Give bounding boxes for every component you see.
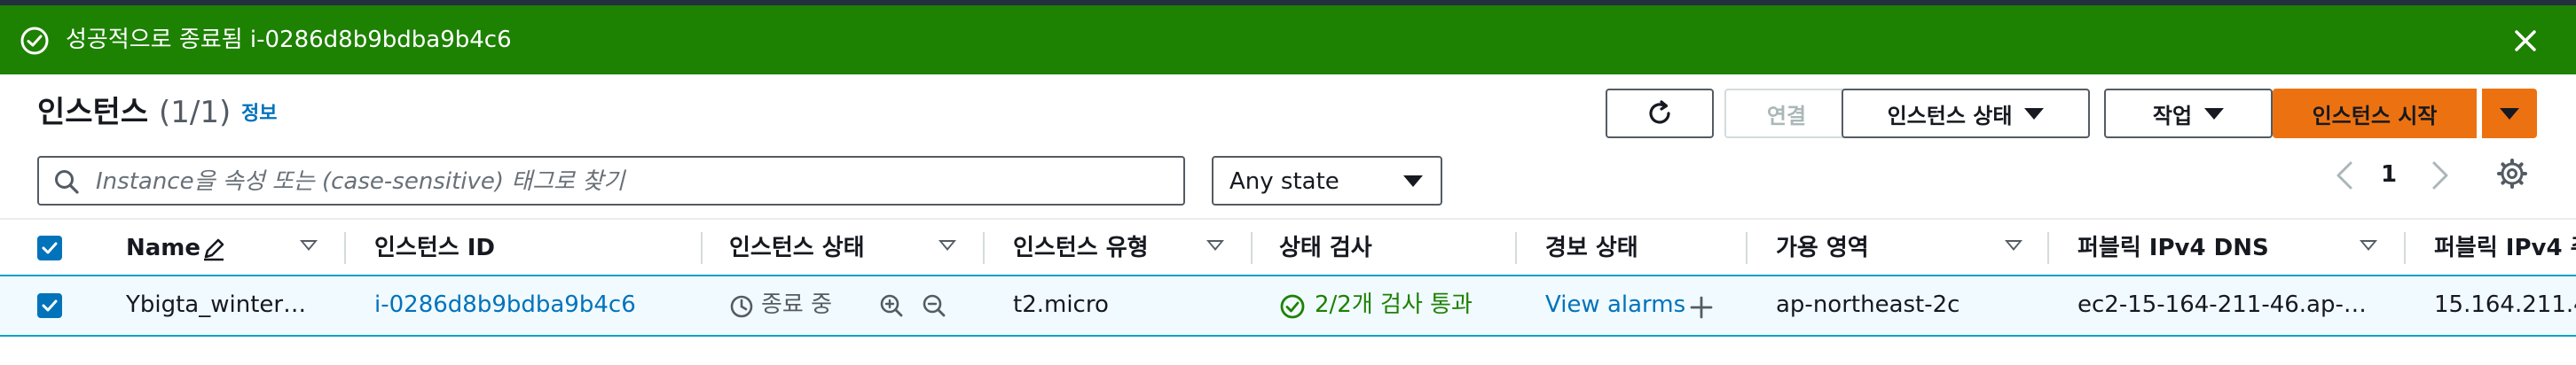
cell-public-dns: ec2-15-164-211-46.ap-… <box>2077 291 2367 318</box>
refresh-icon <box>1649 100 1670 124</box>
select-all-checkbox[interactable] <box>37 236 62 260</box>
zoom-out-icon[interactable] <box>921 292 947 319</box>
launch-instance-button[interactable]: 인스턴스 시작 <box>2273 89 2477 138</box>
success-flash-banner: 성공적으로 종료됨 i-0286d8b9bdba9b4c6 <box>0 5 2576 74</box>
column-header-name[interactable]: Name <box>126 234 200 262</box>
search-icon <box>55 170 79 194</box>
table-row[interactable]: Ybigta_winter… i-0286d8b9bdba9b4c6 종료 중 … <box>0 275 2576 337</box>
instance-count: (1/1) <box>158 95 232 130</box>
refresh-button[interactable] <box>1606 89 1714 138</box>
clock-icon <box>730 295 753 318</box>
checkmark-icon <box>42 242 58 254</box>
cell-status-check: 2/2개 검사 통과 <box>1315 291 1473 318</box>
cell-instance-type: t2.micro <box>1013 291 1109 318</box>
column-divider[interactable] <box>2404 232 2406 264</box>
page-title-text: 인스턴스 <box>37 95 149 130</box>
previous-page-icon[interactable] <box>2331 158 2358 193</box>
column-header-availability-zone[interactable]: 가용 영역 <box>1776 234 1869 262</box>
search-input[interactable]: Instance을 속성 또는 (case-sensitive) 태그로 찾기 <box>37 156 1185 206</box>
sort-icon[interactable] <box>300 240 318 251</box>
plus-icon[interactable] <box>1689 295 1714 320</box>
column-divider[interactable] <box>1251 232 1253 264</box>
column-divider[interactable] <box>1746 232 1747 264</box>
state-filter-select[interactable]: Any state <box>1212 156 1442 206</box>
close-icon[interactable] <box>2510 26 2541 56</box>
column-header-status-check[interactable]: 상태 검사 <box>1279 234 1372 262</box>
cell-public-ipv4: 15.164.211.4 <box>2434 291 2576 318</box>
column-header-public-ipv4-dns[interactable]: 퍼블릭 IPv4 DNS <box>2077 234 2269 262</box>
check-circle-icon <box>1280 294 1305 319</box>
checkmark-icon <box>42 299 58 312</box>
sort-icon[interactable] <box>939 240 956 251</box>
actions-button[interactable]: 작업 <box>2104 89 2273 138</box>
chevron-down-icon <box>2204 107 2225 120</box>
gear-icon[interactable] <box>2496 158 2528 190</box>
page-title: 인스턴스 (1/1) <box>37 92 231 133</box>
column-divider[interactable] <box>2047 232 2049 264</box>
zoom-in-icon[interactable] <box>878 292 905 319</box>
chevron-down-icon <box>2500 107 2519 120</box>
column-divider[interactable] <box>701 232 703 264</box>
cell-availability-zone: ap-northeast-2c <box>1776 291 1960 318</box>
column-divider[interactable] <box>1515 232 1517 264</box>
sort-icon[interactable] <box>2360 240 2377 251</box>
launch-instance-label: 인스턴스 시작 <box>2312 103 2438 128</box>
actions-label: 작업 <box>2152 103 2193 128</box>
edit-icon[interactable] <box>200 236 227 262</box>
chevron-down-icon <box>1403 175 1423 187</box>
sort-icon[interactable] <box>2005 240 2022 251</box>
next-page-icon[interactable] <box>2427 158 2454 193</box>
column-header-alarm-status[interactable]: 경보 상태 <box>1545 234 1638 262</box>
row-checkbox[interactable] <box>37 293 62 318</box>
column-header-instance-type[interactable]: 인스턴스 유형 <box>1013 234 1149 262</box>
state-filter-value: Any state <box>1229 168 1339 195</box>
connect-button[interactable]: 연결 <box>1724 89 1849 138</box>
instance-state-label: 인스턴스 상태 <box>1887 103 2013 128</box>
view-alarms-link[interactable]: View alarms <box>1545 291 1685 319</box>
connect-label: 연결 <box>1766 103 1807 128</box>
cell-instance-state: 종료 중 <box>761 291 833 318</box>
chevron-down-icon <box>2024 107 2045 120</box>
sort-icon[interactable] <box>1206 240 1224 251</box>
info-link[interactable]: 정보 <box>241 101 277 128</box>
page-number[interactable]: 1 <box>2381 159 2397 190</box>
cell-name: Ybigta_winter… <box>126 291 307 318</box>
check-circle-icon <box>20 27 49 55</box>
flash-message: 성공적으로 종료됨 i-0286d8b9bdba9b4c6 <box>66 27 512 53</box>
cell-instance-id[interactable]: i-0286d8b9bdba9b4c6 <box>374 291 636 319</box>
launch-dropdown-button[interactable] <box>2482 89 2537 138</box>
column-divider[interactable] <box>983 232 985 264</box>
instance-state-button[interactable]: 인스턴스 상태 <box>1842 89 2090 138</box>
column-divider[interactable] <box>344 232 346 264</box>
search-placeholder: Instance을 속성 또는 (case-sensitive) 태그로 찾기 <box>96 168 625 195</box>
column-header-instance-id[interactable]: 인스턴스 ID <box>374 234 495 262</box>
column-header-instance-state[interactable]: 인스턴스 상태 <box>729 234 865 262</box>
table-header: Name 인스턴스 ID 인스턴스 상태 인스턴스 유형 상태 검사 경보 상태… <box>0 218 2576 278</box>
column-header-public-ipv4[interactable]: 퍼블릭 IPv4 주 <box>2434 234 2576 262</box>
